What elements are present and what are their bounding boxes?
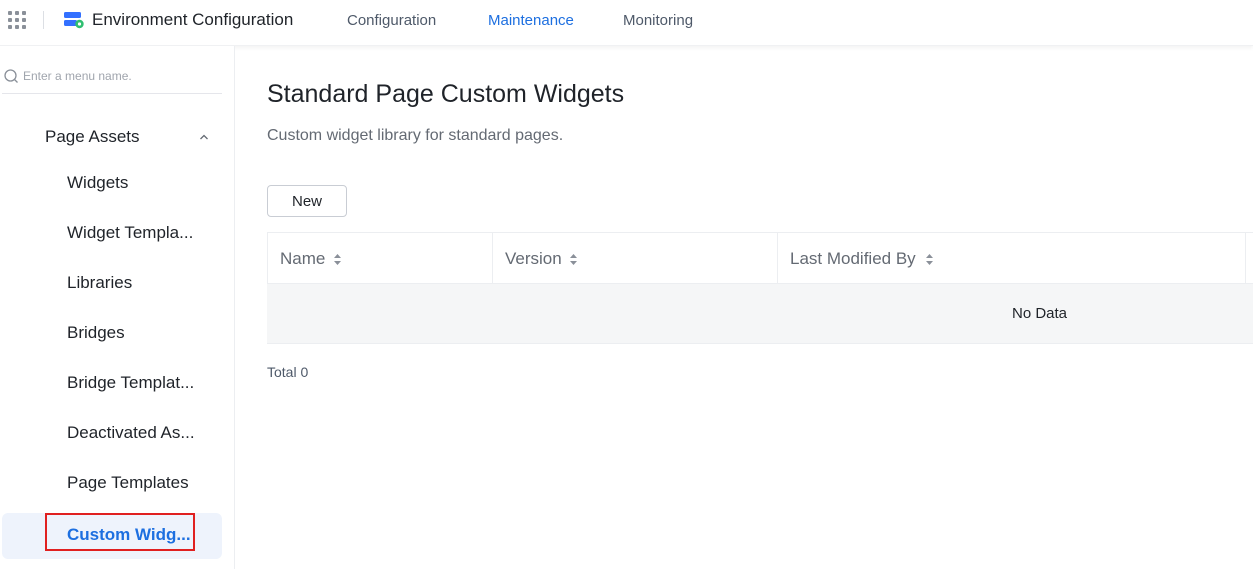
- sidebar-item-deactivated-assets[interactable]: Deactivated As...: [2, 411, 222, 457]
- column-label: Name: [280, 249, 326, 268]
- sidebar-item-label: Bridges: [67, 323, 125, 342]
- widgets-table: Name Version Last Modified By No Data: [267, 232, 1253, 344]
- new-button[interactable]: New: [267, 185, 347, 217]
- sidebar-item-widgets[interactable]: Widgets: [2, 161, 222, 207]
- sidebar-item-label: Custom Widg...: [67, 525, 191, 544]
- group-page-assets[interactable]: Page Assets: [0, 120, 222, 154]
- column-header-extra: [1245, 233, 1253, 284]
- group-label: Page Assets: [45, 127, 140, 146]
- sort-icon[interactable]: [333, 253, 342, 266]
- sidebar-item-label: Deactivated As...: [67, 423, 195, 442]
- sidebar-item-label: Page Templates: [67, 473, 189, 492]
- tab-maintenance[interactable]: Maintenance: [488, 12, 574, 29]
- app-title: Environment Configuration: [92, 10, 294, 29]
- column-label: Last Modified By: [790, 249, 916, 268]
- total-count: Total 0: [267, 364, 309, 380]
- page-title: Standard Page Custom Widgets: [267, 80, 625, 108]
- column-label: Version: [505, 249, 562, 268]
- column-header-name[interactable]: Name: [267, 233, 492, 284]
- sidebar-item-label: Widgets: [67, 173, 129, 192]
- page-description: Custom widget library for standard pages…: [267, 127, 564, 144]
- sidebar-item-label: Libraries: [67, 273, 133, 292]
- top-header: Environment Configuration Configuration …: [0, 0, 1253, 46]
- sidebar-item-label: Widget Templa...: [67, 223, 194, 242]
- chevron-up-icon[interactable]: [199, 133, 209, 141]
- table-header: Name Version Last Modified By: [267, 232, 1253, 284]
- column-header-last-modified-by[interactable]: Last Modified By: [777, 233, 1245, 284]
- menu-search: [2, 64, 222, 94]
- menu-search-input[interactable]: [23, 67, 218, 85]
- empty-state-text: No Data: [1012, 305, 1068, 322]
- sidebar-item-libraries[interactable]: Libraries: [2, 261, 222, 307]
- sidebar-item-bridges[interactable]: Bridges: [2, 311, 222, 357]
- table-body: No Data: [267, 284, 1253, 344]
- sidebar-item-label: Bridge Templat...: [67, 373, 195, 392]
- sidebar-item-widget-templates[interactable]: Widget Templa...: [2, 211, 222, 257]
- sidebar-item-page-templates[interactable]: Page Templates: [2, 461, 222, 507]
- sort-icon[interactable]: [569, 253, 578, 266]
- sort-icon[interactable]: [925, 253, 934, 266]
- tab-monitoring[interactable]: Monitoring: [623, 12, 693, 29]
- sidebar: Page Assets Widgets Widget Templa... Lib…: [0, 46, 235, 569]
- sidebar-item-custom-widgets[interactable]: Custom Widg...: [2, 513, 222, 559]
- sidebar-item-bridge-templates[interactable]: Bridge Templat...: [2, 361, 222, 407]
- app-grid-icon[interactable]: [8, 11, 26, 29]
- environment-config-icon: [64, 12, 84, 29]
- search-icon: [4, 69, 18, 83]
- header-divider: [43, 11, 44, 29]
- tab-configuration[interactable]: Configuration: [347, 12, 436, 29]
- column-header-version[interactable]: Version: [492, 233, 777, 284]
